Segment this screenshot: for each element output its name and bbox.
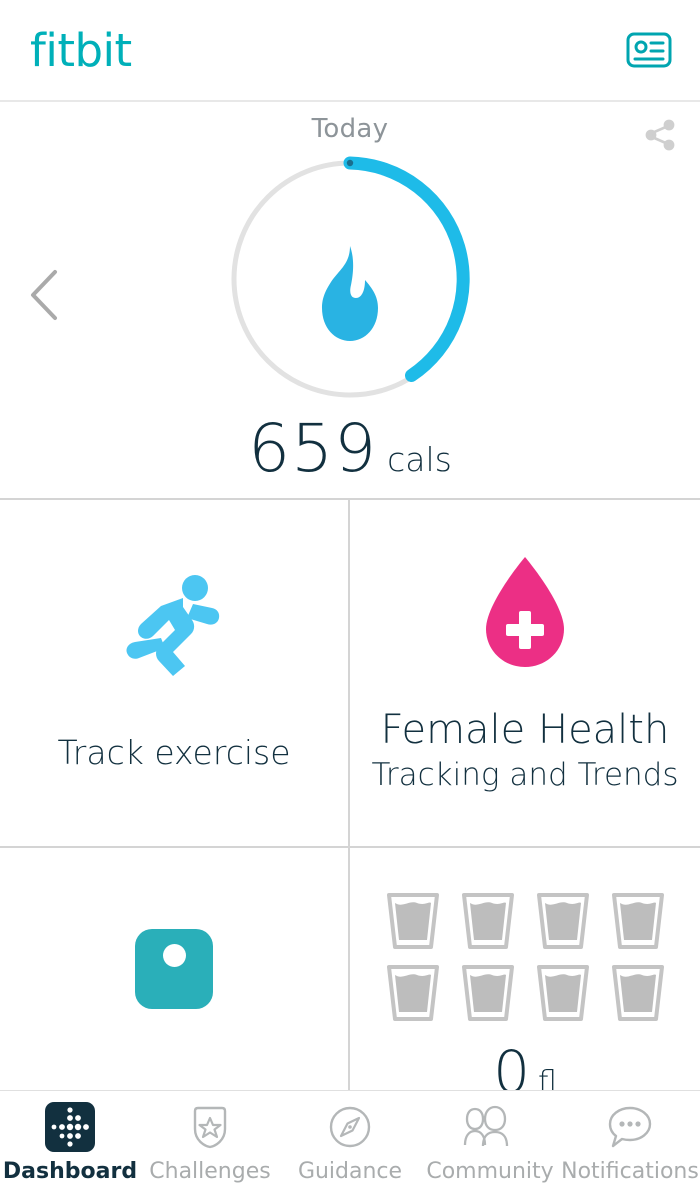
- water-glass-icon: [536, 893, 589, 949]
- tile-row-1: Track exercise Female Health Tracking an…: [0, 500, 700, 848]
- dashboard-tile-grid: Track exercise Female Health Tracking an…: [0, 498, 700, 1090]
- aria-scale-icon: [135, 929, 213, 1009]
- nav-label: Community: [426, 1159, 554, 1184]
- nav-item-dashboard[interactable]: Dashboard: [0, 1091, 140, 1194]
- water-glass-icon: [461, 965, 514, 1021]
- tile-title: Track exercise: [57, 733, 291, 773]
- nav-item-challenges[interactable]: Challenges: [140, 1091, 280, 1194]
- shield-star-icon: [186, 1101, 234, 1153]
- account-card-icon[interactable]: [626, 32, 672, 68]
- tile-female-health[interactable]: Female Health Tracking and Trends: [350, 500, 700, 848]
- bottom-navigation-bar: Dashboard Challenges Guidance Community …: [0, 1090, 700, 1194]
- calories-progress-ring[interactable]: [225, 154, 475, 404]
- tile-subtitle: Tracking and Trends: [371, 757, 679, 793]
- water-value: 0: [493, 1038, 530, 1090]
- nav-item-community[interactable]: Community: [420, 1091, 560, 1194]
- share-icon[interactable]: [636, 112, 682, 158]
- water-glasses-grid: [381, 890, 670, 1024]
- nav-label: Notifications: [561, 1159, 699, 1184]
- nav-item-guidance[interactable]: Guidance: [280, 1091, 420, 1194]
- tile-water-intake[interactable]: 0 fl: [350, 848, 700, 1090]
- fitbit-dashboard-screen: fitbit Today 659 cals Track exercise Fem…: [0, 0, 700, 1194]
- blood-drop-plus-icon: [472, 553, 578, 675]
- tile-title: Female Health: [380, 707, 670, 753]
- nav-label: Challenges: [149, 1159, 271, 1184]
- calories-readout: 659 cals: [0, 410, 700, 487]
- water-unit: fl: [538, 1065, 557, 1090]
- water-glass-icon: [611, 893, 664, 949]
- nav-label: Guidance: [297, 1159, 403, 1184]
- tile-row-2: 0 fl: [0, 848, 700, 1090]
- water-glass-icon: [536, 965, 589, 1021]
- water-glass-icon: [386, 965, 439, 1021]
- running-person-icon: [125, 574, 223, 678]
- nav-label: Dashboard: [2, 1159, 138, 1184]
- calories-goal-section[interactable]: Today 659 cals: [0, 104, 700, 496]
- flame-icon: [309, 244, 391, 344]
- previous-day-chevron-left-icon[interactable]: [22, 264, 70, 326]
- period-label: Today: [311, 114, 389, 144]
- fitbit-dots-logo-icon: [45, 1101, 95, 1153]
- water-glass-icon: [386, 893, 439, 949]
- nav-item-notifications[interactable]: Notifications: [560, 1091, 700, 1194]
- tile-track-exercise[interactable]: Track exercise: [0, 500, 350, 848]
- fitbit-wordmark-logo: fitbit: [30, 23, 132, 77]
- water-readout: 0 fl: [493, 1038, 557, 1090]
- water-glass-icon: [611, 965, 664, 1021]
- people-icon: [463, 1101, 517, 1153]
- calories-unit: cals: [387, 440, 452, 479]
- compass-icon: [326, 1101, 374, 1153]
- calories-value: 659: [248, 410, 378, 487]
- tile-weight-scale[interactable]: [0, 848, 350, 1090]
- water-glass-icon: [461, 893, 514, 949]
- app-header: fitbit: [0, 0, 700, 102]
- speech-bubble-dots-icon: [605, 1101, 655, 1153]
- scale-indicator-dot: [163, 944, 186, 967]
